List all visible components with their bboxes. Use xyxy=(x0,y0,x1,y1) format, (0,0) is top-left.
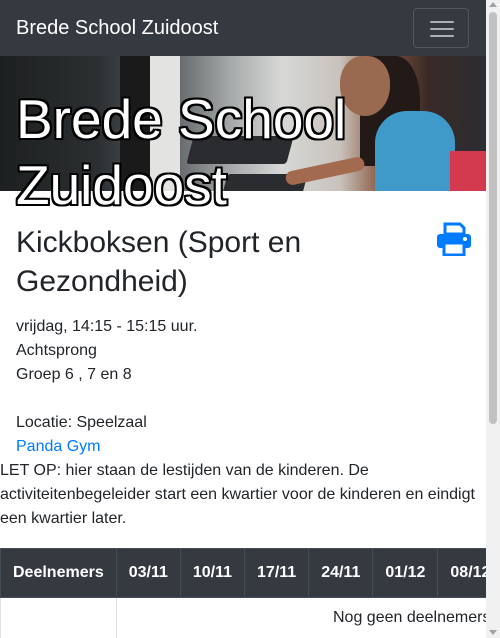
participants-table: Deelnemers 03/11 10/11 17/11 24/11 01/12… xyxy=(0,548,486,638)
notice-text: LET OP: hier staan de lestijden van de k… xyxy=(0,462,475,527)
navbar-brand[interactable]: Brede School Zuidoost xyxy=(16,17,218,39)
column-header-date: 03/11 xyxy=(115,548,181,598)
column-header-date: 17/11 xyxy=(244,548,310,598)
hero-title: Brede School Zuidoost xyxy=(16,88,347,216)
print-icon[interactable] xyxy=(436,222,472,256)
column-header-date: 10/11 xyxy=(179,548,246,598)
activity-details: vrijdag, 14:15 - 15:15 uur. Achtsprong G… xyxy=(16,315,476,459)
navbar: Brede School Zuidoost xyxy=(0,0,486,56)
column-header-participants: Deelnemers xyxy=(0,548,117,598)
column-header-date: 01/12 xyxy=(372,548,439,598)
hamburger-menu-icon[interactable] xyxy=(413,8,469,48)
schedule-text: vrijdag, 14:15 - 15:15 uur. xyxy=(16,318,198,335)
table-header-row: Deelnemers 03/11 10/11 17/11 24/11 01/12… xyxy=(0,548,486,598)
location-text: Locatie: Speelzaal xyxy=(16,414,147,431)
vertical-scrollbar[interactable] xyxy=(486,0,500,638)
table-cell xyxy=(0,597,117,638)
groups-text: Groep 6 , 7 en 8 xyxy=(16,366,132,383)
table-row: Nog geen deelnemers xyxy=(0,597,486,638)
scroll-down-icon[interactable] xyxy=(489,630,497,635)
activity-title: Kickboksen (Sport en Gezondheid) xyxy=(16,226,302,298)
provider-link[interactable]: Panda Gym xyxy=(16,438,100,455)
empty-message: Nog geen deelnemers xyxy=(115,597,486,638)
column-header-date: 24/11 xyxy=(308,548,374,598)
school-text: Achtsprong xyxy=(16,342,97,359)
scroll-up-icon[interactable] xyxy=(489,2,497,7)
column-header-date: 08/12 xyxy=(437,548,486,598)
scrollbar-thumb[interactable] xyxy=(489,12,497,424)
